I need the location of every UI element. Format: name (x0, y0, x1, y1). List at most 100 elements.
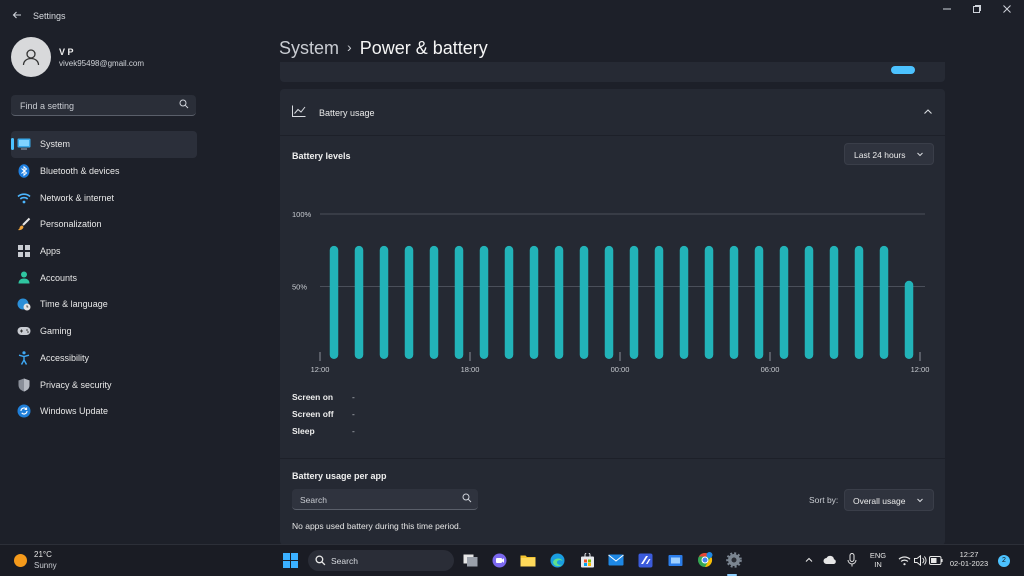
battery-tray-button[interactable] (927, 551, 945, 569)
sidebar-item-privacy[interactable]: Privacy & security (11, 371, 197, 398)
breadcrumb-separator: › (347, 39, 352, 55)
sidebar-item-gaming[interactable]: Gaming (11, 318, 197, 345)
clock[interactable]: 12:27 02-01-2023 (948, 550, 990, 568)
search-input[interactable] (18, 98, 172, 114)
app-button-pinned-2[interactable] (666, 551, 684, 569)
battery-level-bar (354, 245, 364, 359)
x-tick-label: 12:00 (911, 365, 930, 374)
sun-icon[interactable] (14, 554, 27, 567)
x-tick-label: 12:00 (311, 365, 330, 374)
bluetooth-icon (17, 164, 31, 178)
sidebar-item-label: Network & internet (40, 192, 115, 203)
app-search-input[interactable] (298, 492, 452, 508)
stat-value: - (352, 426, 355, 436)
chrome-button[interactable] (696, 551, 714, 569)
stat-screen-off: Screen off - (292, 409, 355, 426)
weather-temperature[interactable]: 21°C (34, 550, 52, 559)
folder-icon (520, 555, 536, 566)
sort-by-dropdown[interactable]: Overall usage (844, 489, 934, 511)
sidebar-item-accounts[interactable]: Accounts (11, 264, 197, 291)
stat-label: Screen off (292, 409, 334, 419)
microphone-button[interactable] (843, 551, 861, 569)
mail-button[interactable] (607, 551, 625, 569)
sidebar-item-label: Windows Update (40, 406, 109, 417)
sidebar-item-accessibility[interactable]: Accessibility (11, 345, 197, 372)
x-tick-label: 06:00 (761, 365, 780, 374)
battery-level-bar (379, 245, 389, 359)
stat-label: Screen on (292, 392, 334, 402)
accessibility-icon (17, 351, 31, 365)
input-language[interactable]: ENG IN (866, 551, 890, 569)
sidebar-item-label: Accounts (40, 272, 78, 283)
x-tick-label: 00:00 (611, 365, 630, 374)
show-hidden-icons-button[interactable] (800, 551, 818, 569)
app-search-box[interactable] (292, 489, 478, 510)
battery-level-bar (679, 245, 689, 359)
shield-icon (17, 378, 31, 392)
globe-clock-icon (17, 297, 31, 311)
sidebar-item-personalization[interactable]: Personalization (11, 211, 197, 238)
store-button[interactable] (578, 551, 596, 569)
edge-button[interactable] (548, 551, 566, 569)
store-icon (580, 552, 594, 567)
battery-level-bar (904, 280, 914, 359)
battery-level-bar (554, 245, 564, 359)
battery-level-bar (729, 245, 739, 359)
find-setting-box[interactable] (11, 95, 196, 116)
sidebar-item-bluetooth[interactable]: Bluetooth & devices (11, 158, 197, 185)
settings-app-button[interactable] (725, 551, 743, 569)
time-range-dropdown[interactable]: Last 24 hours (844, 143, 934, 165)
clock-date: 02-01-2023 (949, 559, 989, 568)
file-explorer-button[interactable] (519, 551, 537, 569)
battery-level-bar (754, 245, 764, 359)
battery-levels-label: Battery levels (292, 151, 351, 161)
profile-name: V P (59, 47, 74, 57)
chat-button[interactable] (490, 551, 508, 569)
battery-level-bar (329, 245, 339, 359)
speaker-icon (913, 554, 926, 566)
toggle-switch[interactable] (891, 66, 915, 74)
stat-value: - (352, 392, 355, 402)
battery-level-bar (829, 245, 839, 359)
sort-by-label: Sort by: (809, 495, 839, 505)
task-view-button[interactable] (461, 551, 479, 569)
sidebar-item-windows-update[interactable]: Windows Update (11, 398, 197, 425)
start-button[interactable] (281, 551, 299, 569)
back-button[interactable] (10, 9, 24, 23)
sidebar-item-network[interactable]: Network & internet (11, 184, 197, 211)
monitor-icon (17, 137, 31, 151)
weather-condition[interactable]: Sunny (34, 561, 57, 570)
sidebar-item-system[interactable]: System (11, 131, 197, 158)
sidebar-item-time-language[interactable]: Time & language (11, 291, 197, 318)
battery-level-bar (629, 245, 639, 359)
divider (280, 458, 945, 459)
sidebar-item-apps[interactable]: Apps (11, 238, 197, 265)
close-button[interactable] (997, 4, 1017, 18)
breadcrumb: System › Power & battery (279, 38, 488, 59)
app-icon (668, 554, 682, 566)
taskbar-search[interactable]: Search (308, 550, 454, 571)
sidebar-item-label: Bluetooth & devices (40, 166, 120, 177)
settings-window: Settings V P vivek95498@gmail.com System… (0, 0, 1024, 545)
onedrive-button[interactable] (821, 551, 839, 569)
time-range-value: Last 24 hours (854, 150, 906, 160)
battery-usage-header[interactable]: Battery usage (280, 89, 945, 136)
search-icon (462, 493, 472, 503)
avatar[interactable] (11, 37, 51, 77)
notification-badge[interactable]: 2 (998, 555, 1010, 567)
app-button-pinned-1[interactable] (636, 551, 654, 569)
stat-screen-on: Screen on - (292, 392, 355, 409)
teams-chat-icon (492, 553, 506, 567)
chevron-down-icon (917, 152, 923, 157)
battery-level-bar (529, 245, 539, 359)
chevron-down-icon (917, 498, 923, 503)
stat-label: Sleep (292, 426, 315, 436)
edge-browser-icon (550, 553, 564, 567)
sidebar-item-label: Gaming (40, 326, 72, 337)
battery-level-bar (454, 245, 464, 359)
maximize-button[interactable] (967, 4, 987, 18)
breadcrumb-root[interactable]: System (279, 38, 339, 58)
y-tick-label: 100% (292, 210, 312, 219)
minimize-button[interactable] (937, 4, 957, 18)
chevron-up-icon[interactable] (921, 105, 935, 119)
